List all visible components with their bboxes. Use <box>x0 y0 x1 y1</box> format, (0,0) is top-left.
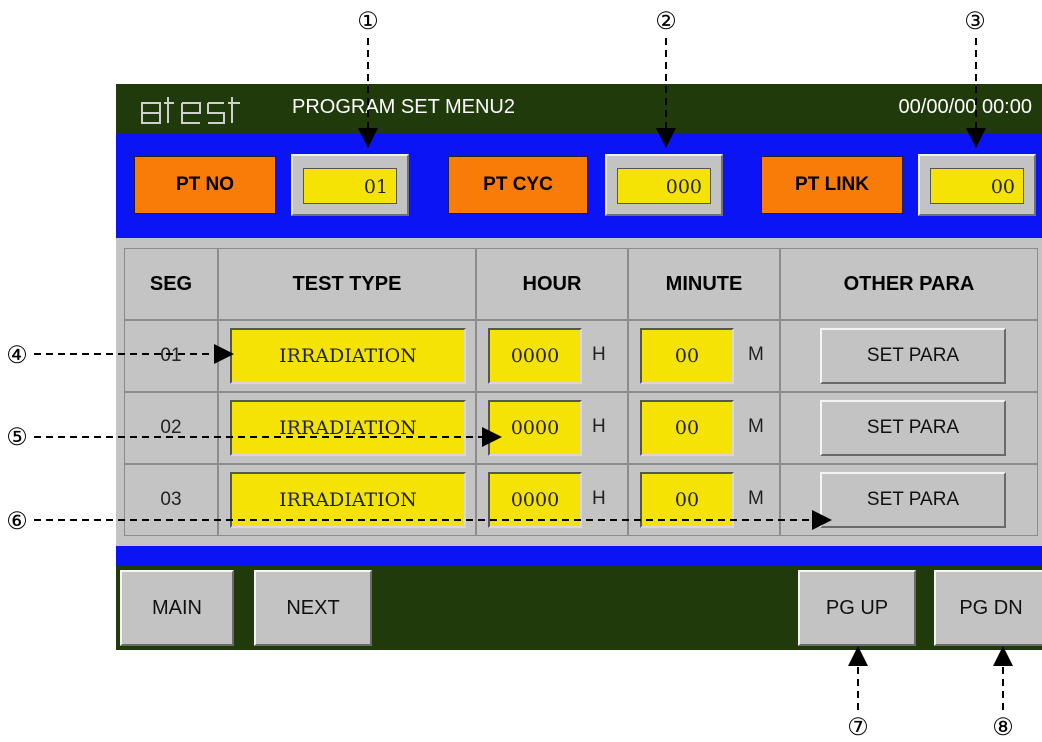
pt-cyc-label: PT CYC <box>448 156 588 214</box>
pt-link-label: PT LINK <box>761 156 903 214</box>
callout-1: ① <box>357 7 379 35</box>
hour-unit: H <box>592 416 606 437</box>
hour-unit: H <box>592 344 606 365</box>
next-button[interactable]: NEXT <box>254 570 372 646</box>
pt-no-field[interactable]: 01 <box>291 154 409 216</box>
pt-cyc-field[interactable]: 000 <box>605 154 723 216</box>
callout-3: ③ <box>964 7 986 35</box>
set-para-button[interactable]: SET PARA <box>820 472 1006 528</box>
pt-cyc-value[interactable]: 000 <box>617 168 711 204</box>
callout-6: ⑥ <box>6 507 28 535</box>
minute-field[interactable]: 00 <box>640 400 734 456</box>
page-down-button[interactable]: PG DN <box>934 570 1042 646</box>
test-type-field[interactable]: IRRADIATION <box>230 472 466 528</box>
page-up-button[interactable]: PG UP <box>798 570 916 646</box>
table-row-seg: 01 <box>124 320 218 392</box>
header-other-para: OTHER PARA <box>780 248 1038 320</box>
pt-link-field[interactable]: 00 <box>918 154 1036 216</box>
callout-2: ② <box>655 7 677 35</box>
hour-field[interactable]: 0000 <box>488 400 582 456</box>
header-seg: SEG <box>124 248 218 320</box>
set-para-button[interactable]: SET PARA <box>820 400 1006 456</box>
title-bar: atest PROGRAM SET MENU2 00/00/00 00:00 <box>116 84 1042 134</box>
pt-link-value[interactable]: 00 <box>930 168 1024 204</box>
header-hour: HOUR <box>476 248 628 320</box>
set-para-button[interactable]: SET PARA <box>820 328 1006 384</box>
header-minute: MINUTE <box>628 248 780 320</box>
separator-strip <box>116 546 1042 566</box>
callout-7: ⑦ <box>847 713 869 741</box>
screen-title: PROGRAM SET MENU2 <box>292 96 515 118</box>
pt-no-label: PT NO <box>134 156 276 214</box>
main-button[interactable]: MAIN <box>120 570 234 646</box>
table-row-seg: 03 <box>124 464 218 536</box>
header-test-type: TEST TYPE <box>218 248 476 320</box>
hour-field[interactable]: 0000 <box>488 328 582 384</box>
minute-unit: M <box>748 344 764 365</box>
pt-no-value[interactable]: 01 <box>303 168 397 204</box>
logo-text: atest <box>138 91 173 95</box>
callout-4: ④ <box>6 341 28 369</box>
test-type-field[interactable]: IRRADIATION <box>230 328 466 384</box>
test-type-field[interactable]: IRRADIATION <box>230 400 466 456</box>
hour-field[interactable]: 0000 <box>488 472 582 528</box>
minute-unit: M <box>748 416 764 437</box>
datetime-display: 00/00/00 00:00 <box>898 96 1032 118</box>
callout-5: ⑤ <box>6 423 28 451</box>
segment-table: SEG TEST TYPE HOUR MINUTE OTHER PARA 01 … <box>116 238 1042 546</box>
minute-field[interactable]: 00 <box>640 328 734 384</box>
minute-field[interactable]: 00 <box>640 472 734 528</box>
minute-unit: M <box>748 488 764 509</box>
pattern-param-band: PT NO 01 PT CYC 000 PT LINK 00 <box>116 134 1042 238</box>
callout-8: ⑧ <box>992 713 1014 741</box>
table-row-seg: 02 <box>124 392 218 464</box>
hour-unit: H <box>592 488 606 509</box>
bottom-nav-bar: MAIN NEXT PG UP PG DN <box>116 566 1042 650</box>
program-set-screen: atest PROGRAM SET MENU2 00/00/00 00:00 P… <box>116 84 1042 650</box>
logo-icon: atest <box>138 91 240 124</box>
